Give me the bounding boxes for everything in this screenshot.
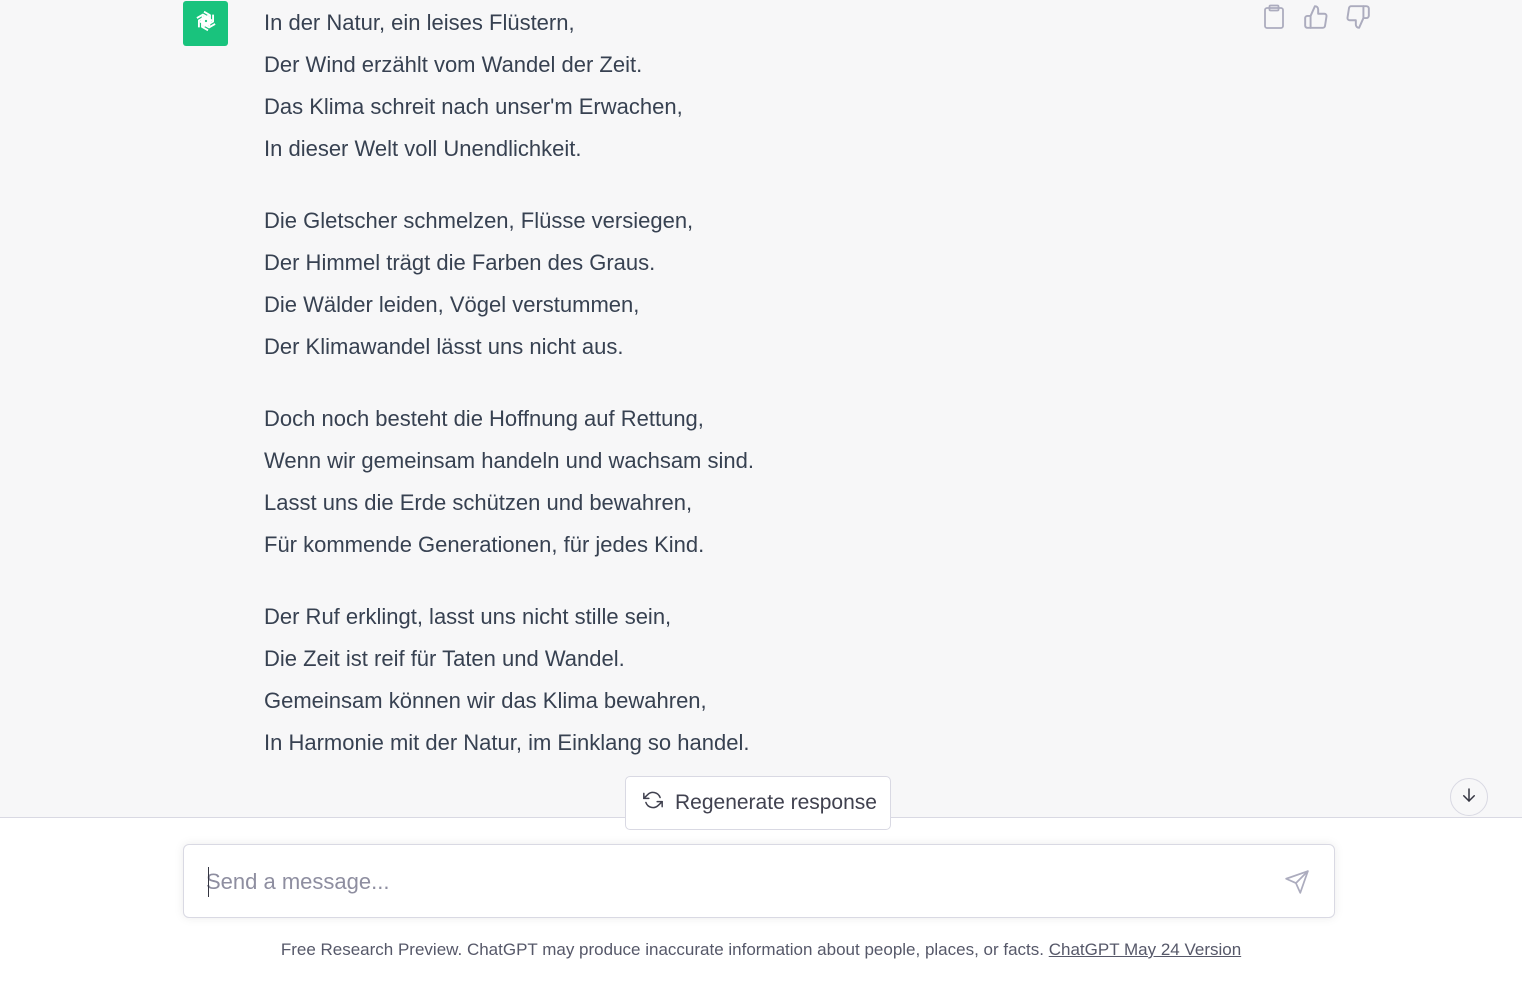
poem-line: Der Ruf erklingt, lasst uns nicht stille… xyxy=(264,604,672,629)
thumbs-down-button[interactable] xyxy=(1342,2,1374,36)
thumbs-up-icon xyxy=(1303,4,1329,35)
poem-line: Die Gletscher schmelzen, Flüsse versiege… xyxy=(264,208,694,233)
send-button[interactable] xyxy=(1282,869,1312,899)
regenerate-label: Regenerate response xyxy=(675,791,877,814)
openai-logo-icon xyxy=(190,5,222,42)
message-input[interactable] xyxy=(206,863,1266,901)
poem-line: Für kommende Generationen, für jedes Kin… xyxy=(264,532,705,557)
poem-line: Der Wind erzählt vom Wandel der Zeit. xyxy=(264,52,643,77)
poem-stanza: Die Gletscher schmelzen, Flüsse versiege… xyxy=(264,200,1224,368)
poem-line: Die Wälder leiden, Vögel verstummen, xyxy=(264,292,640,317)
poem-stanza: In der Natur, ein leises Flüstern, Der W… xyxy=(264,2,1224,170)
poem-line: Wenn wir gemeinsam handeln und wachsam s… xyxy=(264,448,754,473)
arrow-down-icon xyxy=(1460,786,1478,809)
message-actions xyxy=(1258,2,1374,36)
send-icon xyxy=(1284,869,1310,900)
refresh-icon xyxy=(643,790,663,816)
text-caret xyxy=(208,867,209,897)
assistant-message: In der Natur, ein leises Flüstern, Der W… xyxy=(264,2,1224,794)
poem-line: Das Klima schreit nach unser'm Erwachen, xyxy=(264,94,683,119)
version-link[interactable]: ChatGPT May 24 Version xyxy=(1049,940,1241,959)
message-composer xyxy=(183,844,1335,918)
chat-area: In der Natur, ein leises Flüstern, Der W… xyxy=(0,0,1522,818)
poem-line: Der Himmel trägt die Farben des Graus. xyxy=(264,250,656,275)
poem-stanza: Der Ruf erklingt, lasst uns nicht stille… xyxy=(264,596,1224,764)
poem-line: In Harmonie mit der Natur, im Einklang s… xyxy=(264,730,750,755)
poem-line: Der Klimawandel lässt uns nicht aus. xyxy=(264,334,624,359)
poem-line: In der Natur, ein leises Flüstern, xyxy=(264,10,575,35)
poem-stanza: Doch noch besteht die Hoffnung auf Rettu… xyxy=(264,398,1224,566)
footer-disclaimer: Free Research Preview. ChatGPT may produ… xyxy=(0,938,1522,962)
disclaimer-text: Free Research Preview. ChatGPT may produ… xyxy=(280,940,1049,959)
poem-line: Die Zeit ist reif für Taten und Wandel. xyxy=(264,646,625,671)
assistant-avatar xyxy=(183,1,228,46)
poem-line: Lasst uns die Erde schützen und bewahren… xyxy=(264,490,693,515)
poem-line: Doch noch besteht die Hoffnung auf Rettu… xyxy=(264,406,704,431)
scroll-to-bottom-button[interactable] xyxy=(1450,778,1488,816)
copy-button[interactable] xyxy=(1258,2,1290,36)
poem-line: In dieser Welt voll Unendlichkeit. xyxy=(264,136,582,161)
thumbs-down-icon xyxy=(1345,4,1371,35)
regenerate-response-button[interactable]: Regenerate response xyxy=(625,776,891,830)
thumbs-up-button[interactable] xyxy=(1300,2,1332,36)
poem-line: Gemeinsam können wir das Klima bewahren, xyxy=(264,688,707,713)
clipboard-icon xyxy=(1263,4,1285,35)
